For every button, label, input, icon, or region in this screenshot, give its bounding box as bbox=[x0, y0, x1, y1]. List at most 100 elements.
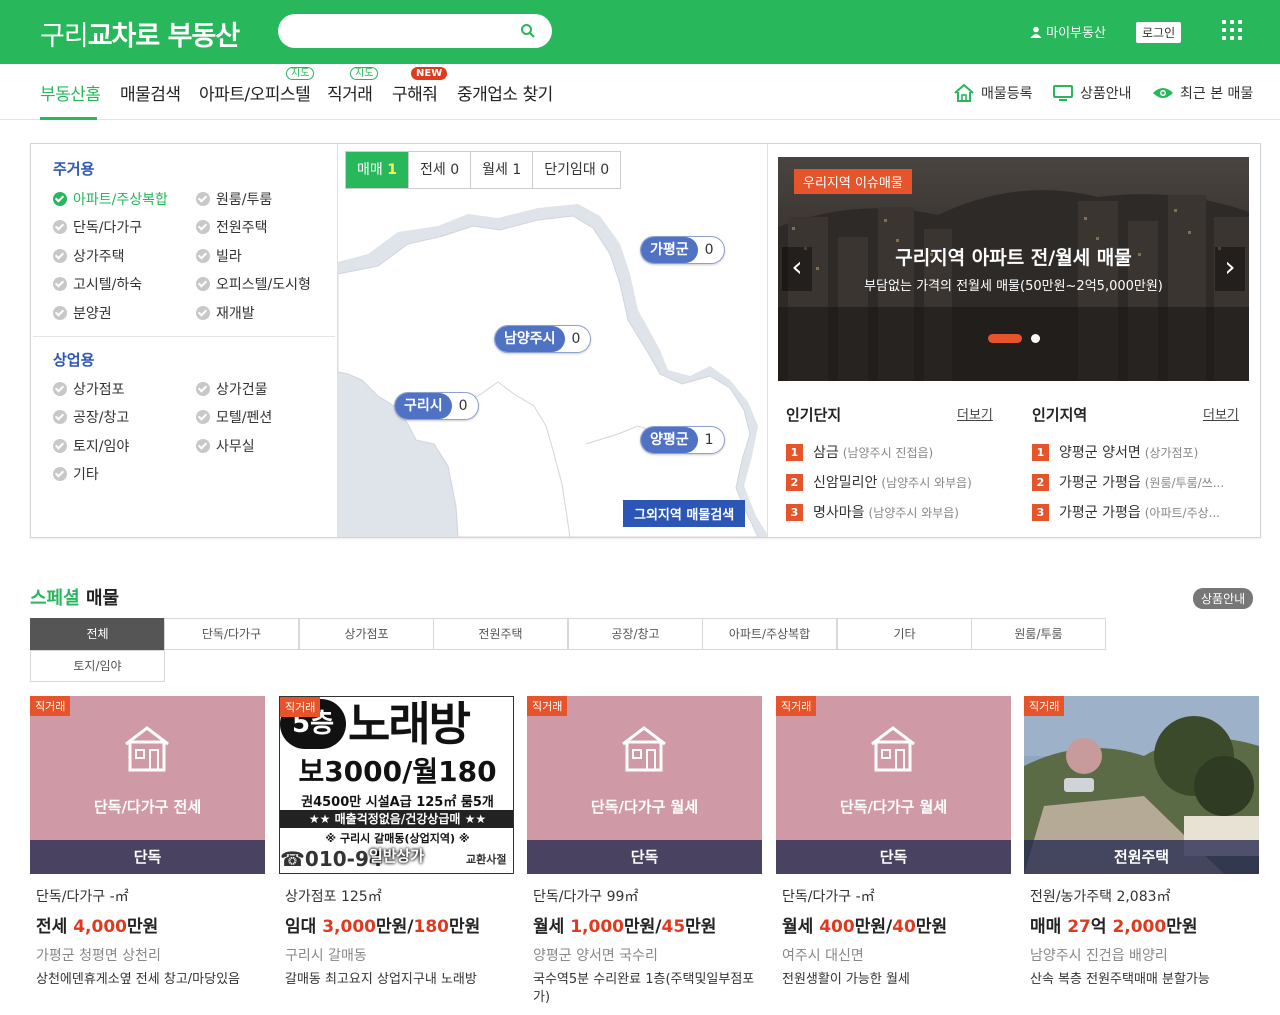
filter-label: 공장/창고 bbox=[73, 410, 130, 426]
popular-complex-more-link[interactable]: 더보기 bbox=[957, 404, 993, 423]
filter-motel[interactable]: 모텔/펜션 bbox=[196, 407, 272, 427]
filter-country-house[interactable]: 전원주택 bbox=[196, 217, 268, 237]
list-item[interactable]: 3 가평군 가평읍 (아파트/주상... bbox=[1032, 502, 1220, 522]
tab-factory[interactable]: 공장/창고 bbox=[568, 618, 703, 650]
login-button[interactable]: 로그인 bbox=[1136, 22, 1182, 43]
search-input[interactable] bbox=[278, 14, 498, 48]
tab-detached[interactable]: 단독/다가구 bbox=[164, 618, 299, 650]
listing-info[interactable]: 단독/다가구 -㎡ 전세 4,000만원 가평군 청평면 상천리 상천에덴휴게소… bbox=[36, 886, 271, 989]
tab-store[interactable]: 상가점포 bbox=[299, 618, 434, 650]
listing-info[interactable]: 전원/농가주택 2,083㎡ 매매 27억 2,000만원 남양주시 진건읍 배… bbox=[1030, 886, 1265, 989]
list-item[interactable]: 1 삼금 (남양주시 진접읍) bbox=[786, 442, 933, 462]
region-pin-namyangju[interactable]: 남양주시 0 bbox=[494, 325, 592, 353]
price-unit: 억 bbox=[1090, 917, 1113, 937]
list-item[interactable]: 1 양평군 양서면 (상가점포) bbox=[1032, 442, 1198, 462]
logo-title: 교차로 부동산 bbox=[87, 21, 240, 52]
region-pin-gapyeong[interactable]: 가평군 0 bbox=[640, 236, 725, 264]
my-realestate-link[interactable]: 마이부동산 bbox=[1030, 22, 1106, 41]
slide-indicator-active[interactable] bbox=[988, 334, 1022, 343]
region-count: 0 bbox=[571, 331, 581, 347]
list-item[interactable]: 2 가평군 가평읍 (원룸/투룸/쓰... bbox=[1032, 472, 1224, 492]
active-tab-underline bbox=[40, 117, 97, 120]
filter-factory[interactable]: 공장/창고 bbox=[53, 407, 129, 427]
list-item[interactable]: 2 신암밀리안 (남양주시 와부읍) bbox=[786, 472, 972, 492]
tab-apartment[interactable]: 아파트/주상복합 bbox=[702, 618, 837, 650]
price-value: 27 bbox=[1067, 917, 1091, 937]
tab-sale[interactable]: 매매 1 bbox=[346, 152, 409, 188]
listing-info[interactable]: 단독/다가구 99㎡ 월세 1,000만원/45만원 양평군 양서면 국수리 국… bbox=[533, 886, 768, 1007]
region-pin-guri[interactable]: 구리시 0 bbox=[394, 392, 479, 420]
filter-apartment[interactable]: 아파트/주상복합 bbox=[53, 189, 168, 209]
popular-region-more-link[interactable]: 더보기 bbox=[1203, 404, 1239, 423]
listing-card[interactable]: 단독/다가구 전세 직거래 단독 bbox=[30, 696, 265, 874]
chevron-left-icon[interactable]: ‹ bbox=[782, 247, 812, 291]
filter-officetel[interactable]: 오피스텔/도시형 bbox=[196, 274, 311, 294]
filter-shop-house[interactable]: 상가주택 bbox=[53, 246, 125, 266]
listing-card[interactable]: 단독/다가구 월세 직거래 단독 bbox=[776, 696, 1011, 874]
filter-store[interactable]: 상가점포 bbox=[53, 379, 125, 399]
listing-card[interactable]: 단독/다가구 월세 직거래 단독 bbox=[527, 696, 762, 874]
price-value: 40 bbox=[892, 917, 916, 937]
user-icon bbox=[1030, 26, 1042, 38]
filter-oneroom[interactable]: 원룸/투룸 bbox=[196, 189, 272, 209]
filter-commercial-building[interactable]: 상가건물 bbox=[196, 379, 268, 399]
price-value: 180 bbox=[413, 917, 449, 937]
region-pin-yangpyeong[interactable]: 양평군 1 bbox=[640, 426, 725, 454]
tab-land[interactable]: 토지/임야 bbox=[30, 650, 165, 682]
site-logo[interactable]: 구리교차로 부동산 bbox=[40, 14, 240, 53]
nav-find-agency[interactable]: 중개업소 찾기 bbox=[457, 80, 553, 105]
product-info-link[interactable]: 상품안내 bbox=[1052, 83, 1132, 103]
register-listing-link[interactable]: 매물등록 bbox=[953, 83, 1033, 103]
filter-goshitel[interactable]: 고시텔/하숙 bbox=[53, 274, 142, 294]
filter-redevelopment[interactable]: 재개발 bbox=[196, 303, 255, 323]
tab-jeonse[interactable]: 전세 0 bbox=[409, 152, 472, 188]
popular-complex-title: 인기단지 bbox=[786, 406, 842, 424]
listing-card[interactable]: 5층 노래방 보3000/월180 권4500만 시설A급 125㎡ 룸5개 ★… bbox=[279, 696, 514, 874]
nav-property-search[interactable]: 매물검색 bbox=[120, 80, 181, 105]
top-header: 구리교차로 부동산 마이부동산 로그인 bbox=[0, 0, 1280, 64]
tab-etc[interactable]: 기타 bbox=[837, 618, 972, 650]
filter-detached[interactable]: 단독/다가구 bbox=[53, 217, 142, 237]
tab-all[interactable]: 전체 bbox=[30, 618, 165, 650]
price-value: 400 bbox=[819, 917, 855, 937]
my-realestate-label: 마이부동산 bbox=[1046, 26, 1106, 41]
listing-info[interactable]: 상가점포 125㎡ 임대 3,000만원/180만원 구리시 갈매동 갈매동 최… bbox=[285, 886, 520, 989]
listing-card[interactable]: 직거래 전원주택 bbox=[1024, 696, 1259, 874]
filter-etc[interactable]: 기타 bbox=[53, 464, 99, 484]
listing-area: 단독/다가구 99㎡ bbox=[533, 889, 639, 905]
recently-viewed-link[interactable]: 최근 본 매물 bbox=[1152, 83, 1253, 103]
filter-villa[interactable]: 빌라 bbox=[196, 246, 242, 266]
issue-tag: 우리지역 이슈매물 bbox=[794, 169, 912, 194]
other-region-search-button[interactable]: 그외지역 매물검색 bbox=[623, 500, 746, 527]
tab-short-term[interactable]: 단기임대 0 bbox=[533, 152, 620, 188]
product-info-button[interactable]: 상품안내 bbox=[1193, 588, 1254, 609]
filter-office[interactable]: 사무실 bbox=[196, 436, 255, 456]
check-icon bbox=[196, 249, 210, 263]
menu-grid-icon[interactable] bbox=[1222, 20, 1244, 42]
rank-badge: 1 bbox=[786, 443, 803, 461]
listing-area: 전원/농가주택 2,083㎡ bbox=[1030, 889, 1171, 905]
price-unit: 만원 bbox=[685, 917, 717, 937]
nav-direct-trade[interactable]: 직거래 bbox=[327, 80, 373, 105]
filter-presale[interactable]: 분양권 bbox=[53, 303, 112, 323]
tab-monthly[interactable]: 월세 1 bbox=[471, 152, 534, 188]
price-type: 월세 bbox=[782, 917, 820, 937]
tab-count: 0 bbox=[450, 162, 460, 178]
nav-find-for-me[interactable]: 구해줘 bbox=[392, 80, 438, 105]
nav-realestate-home[interactable]: 부동산홈 bbox=[40, 80, 101, 105]
item-sub: (남양주시 와부읍) bbox=[868, 505, 959, 520]
filter-land[interactable]: 토지/임야 bbox=[53, 436, 129, 456]
search-icon[interactable] bbox=[520, 23, 536, 39]
listing-info[interactable]: 단독/다가구 -㎡ 월세 400만원/40만원 여주시 대신면 전원생활이 가능… bbox=[782, 886, 1017, 989]
list-item[interactable]: 3 명사마을 (남양주시 와부읍) bbox=[786, 502, 959, 522]
issue-banner[interactable]: 우리지역 이슈매물 구리지역 아파트 전/월세 매물 부담없는 가격의 전월세 … bbox=[778, 157, 1249, 381]
filter-label: 사무실 bbox=[216, 439, 255, 455]
tab-country-house[interactable]: 전원주택 bbox=[433, 618, 568, 650]
nav-apartment-officetel[interactable]: 아파트/오피스텔 bbox=[199, 80, 311, 105]
filter-label: 단독/다가구 bbox=[73, 220, 143, 236]
card-image-type: 단독/다가구 전세 bbox=[93, 798, 202, 816]
chevron-right-icon[interactable]: › bbox=[1215, 247, 1245, 291]
slide-indicator[interactable] bbox=[1031, 334, 1040, 343]
tab-oneroom[interactable]: 원룸/투룸 bbox=[971, 618, 1106, 650]
listing-desc: 갈매동 최고요지 상업지구내 노래방 bbox=[285, 972, 477, 987]
